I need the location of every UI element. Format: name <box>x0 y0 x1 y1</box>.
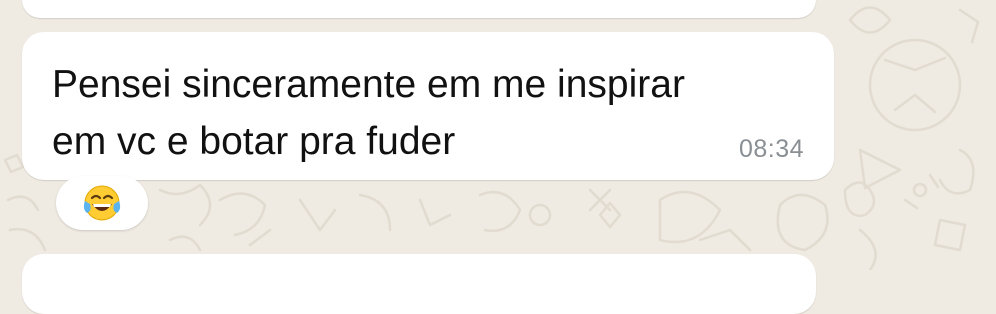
reaction-pill[interactable] <box>56 176 148 230</box>
previous-message-bubble[interactable] <box>22 0 816 18</box>
face-with-tears-of-joy-icon <box>83 185 121 221</box>
message-bubble[interactable]: Pensei sinceramente em me inspirar em vc… <box>22 32 834 180</box>
next-message-bubble[interactable] <box>22 254 816 314</box>
message-text: Pensei sinceramente em me inspirar em vc… <box>52 63 685 163</box>
message-timestamp: 08:34 <box>738 135 804 163</box>
